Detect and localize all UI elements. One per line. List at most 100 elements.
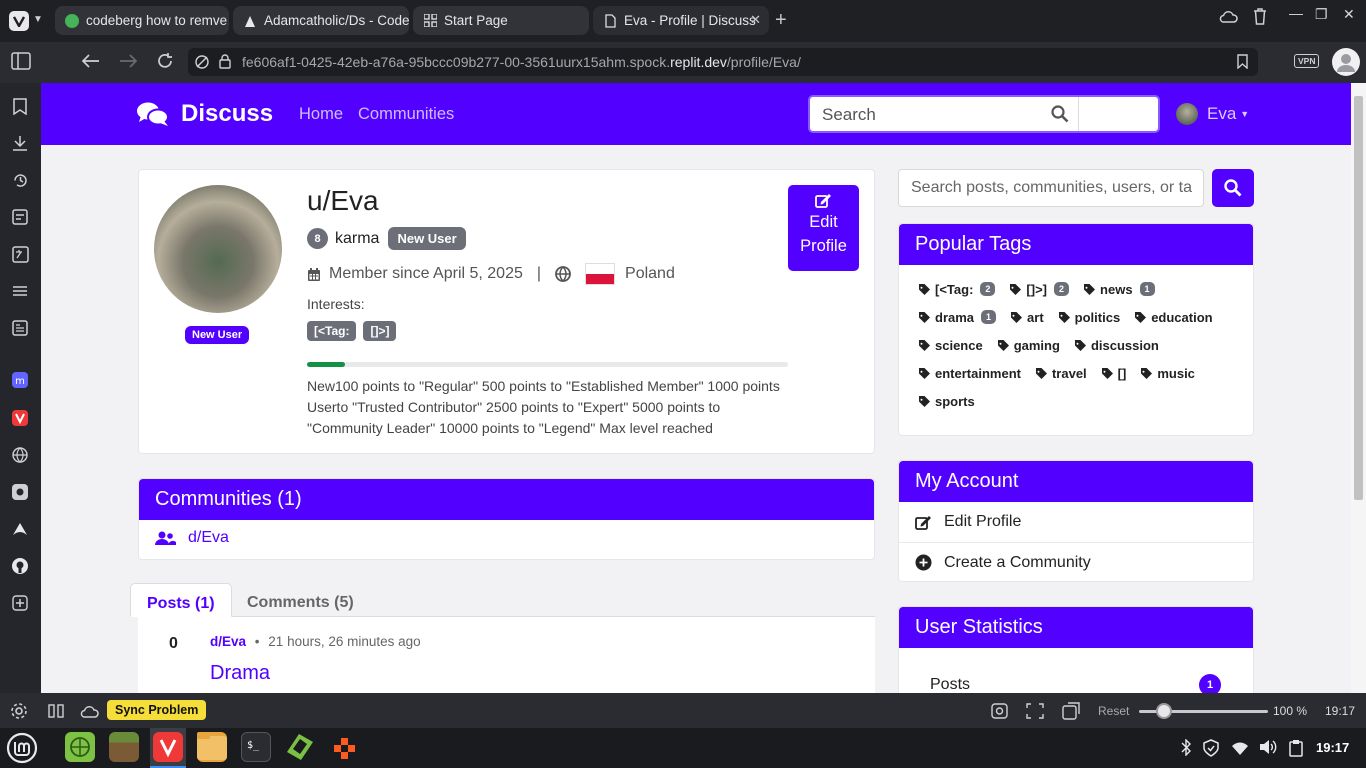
sync-problem-badge[interactable]: Sync Problem [107,700,207,720]
close-window-icon[interactable]: ✕ [1343,6,1355,23]
zoom-slider-knob[interactable] [1156,703,1172,719]
vivaldi-icon[interactable] [10,408,30,428]
mastodon-icon[interactable]: m [10,370,30,390]
brand-link[interactable]: Discuss [137,100,273,128]
vivaldi-taskbar-icon[interactable] [153,732,183,762]
orange-app-icon[interactable] [329,732,359,762]
bookmark-icon[interactable] [1237,54,1248,69]
nav-communities[interactable]: Communities [358,105,454,124]
tag-item[interactable]: drama 1 [919,307,997,327]
panel-toggle-icon[interactable] [11,52,31,70]
url-prefix: fe606af1-0425-42eb-a76a-95bccc09b277-00-… [242,54,671,70]
clipboard-icon[interactable] [1289,739,1303,757]
back-icon[interactable] [81,53,101,69]
post-title-link[interactable]: Drama [210,662,270,685]
reader-icon[interactable] [10,318,30,338]
tag-item[interactable]: [<Tag: 2 [919,279,996,299]
page-actions-icon[interactable] [1062,702,1080,720]
zoom-reset-button[interactable]: Reset [1098,704,1129,718]
downloads-icon[interactable] [10,133,30,153]
tab-comments[interactable]: Comments (5) [231,583,370,617]
nav-home[interactable]: Home [299,105,343,124]
globe-icon[interactable] [10,445,30,465]
interest-tag[interactable]: []>] [363,321,397,341]
terminal-icon[interactable]: $_ [241,732,271,762]
files-icon[interactable] [197,732,227,762]
post-community-link[interactable]: d/Eva [210,634,246,649]
url-field[interactable]: fe606af1-0425-42eb-a76a-95bccc09b277-00-… [188,48,1258,76]
reading-list-icon[interactable] [10,281,30,301]
page-scrollbar[interactable] [1351,83,1366,693]
tag-item[interactable]: entertainment [919,363,1021,383]
trash-icon[interactable] [1253,8,1267,25]
tab-eva-profile[interactable]: Eva - Profile | Discuss ✕ [593,6,769,35]
tab-posts[interactable]: Posts (1) [130,583,232,617]
app-icon[interactable] [10,482,30,502]
bookmarks-icon[interactable] [10,96,30,116]
sidebar-search-button[interactable] [1212,169,1254,207]
add-panel-icon[interactable] [10,593,30,613]
cloud-sync-icon[interactable] [1218,8,1238,24]
settings-gear-icon[interactable] [10,702,28,720]
level-progress-bar [307,362,788,367]
zoom-slider[interactable] [1139,703,1268,719]
forward-icon[interactable] [118,53,138,69]
tag-item[interactable]: science [919,335,983,355]
volume-icon[interactable] [1259,739,1277,755]
tag-item[interactable]: education [1135,307,1213,327]
tag-item[interactable]: discussion [1074,335,1159,355]
tag-item[interactable]: []>] 2 [1010,279,1070,299]
close-tab-icon[interactable]: ✕ [750,12,761,28]
reload-icon[interactable] [156,52,174,70]
tab-codeberg[interactable]: codeberg how to remve… [55,6,229,35]
scrollbar-thumb[interactable] [1354,96,1363,500]
arch-icon[interactable] [10,519,30,539]
tag-item[interactable]: gaming [997,335,1060,355]
tag-name: [] [1117,365,1127,381]
capture-icon[interactable] [991,703,1008,719]
vivaldi-menu-icon[interactable] [9,11,29,31]
minimize-icon[interactable]: — [1289,5,1303,21]
edit-profile-button[interactable]: Edit Profile [788,185,859,271]
tag-item[interactable]: travel [1035,363,1087,383]
tag-item[interactable]: [] [1101,363,1127,383]
user-dropdown[interactable]: Eva ▼ [1176,103,1249,125]
sync-cloud-icon[interactable] [79,703,99,719]
tag-item[interactable]: sports [919,391,975,411]
community-link[interactable]: d/Eva [139,520,874,556]
notes-icon[interactable] [10,207,30,227]
mint-menu-icon[interactable] [6,732,38,764]
maximize-icon[interactable]: ❐ [1315,6,1328,23]
interest-tag[interactable]: [<Tag: [307,321,357,341]
lock-icon[interactable] [219,54,231,69]
wifi-icon[interactable] [1231,741,1249,755]
tab-start-page[interactable]: Start Page [413,6,589,35]
search-placeholder: Search [822,105,876,124]
navbar-search-input[interactable]: Search [808,95,1160,133]
sidebar-search-input[interactable]: Search posts, communities, users, or ta [898,169,1204,207]
status-badge: New User [388,227,466,250]
profile-avatar-icon[interactable] [1332,48,1360,76]
create-community-link[interactable]: Create a Community [899,542,1253,581]
tag-item[interactable]: politics [1058,307,1120,327]
history-icon[interactable] [10,170,30,190]
tab-adamcatholic[interactable]: Adamcatholic/Ds - Code… [233,6,409,35]
minecraft-icon[interactable] [109,732,139,762]
vpn-button[interactable]: VPN [1294,54,1320,68]
tag-item[interactable]: music [1141,363,1195,383]
shield-icon[interactable] [1203,739,1219,757]
site-info-icon[interactable] [194,54,210,70]
tag-item[interactable]: news 1 [1084,279,1155,299]
network-app-icon[interactable] [65,732,95,762]
edit-profile-link[interactable]: Edit Profile [899,502,1253,542]
new-tab-icon[interactable]: + [775,9,787,31]
search-icon[interactable] [1051,105,1069,123]
chevron-down-icon[interactable]: ▼ [33,14,43,25]
bluetooth-icon[interactable] [1180,739,1192,756]
page-tiling-icon[interactable] [1026,703,1044,719]
github-icon[interactable] [10,556,30,576]
translate-icon[interactable] [10,244,30,264]
tag-item[interactable]: art [1011,307,1044,327]
tile-icon[interactable] [48,704,64,718]
green-app-icon[interactable] [285,732,315,762]
